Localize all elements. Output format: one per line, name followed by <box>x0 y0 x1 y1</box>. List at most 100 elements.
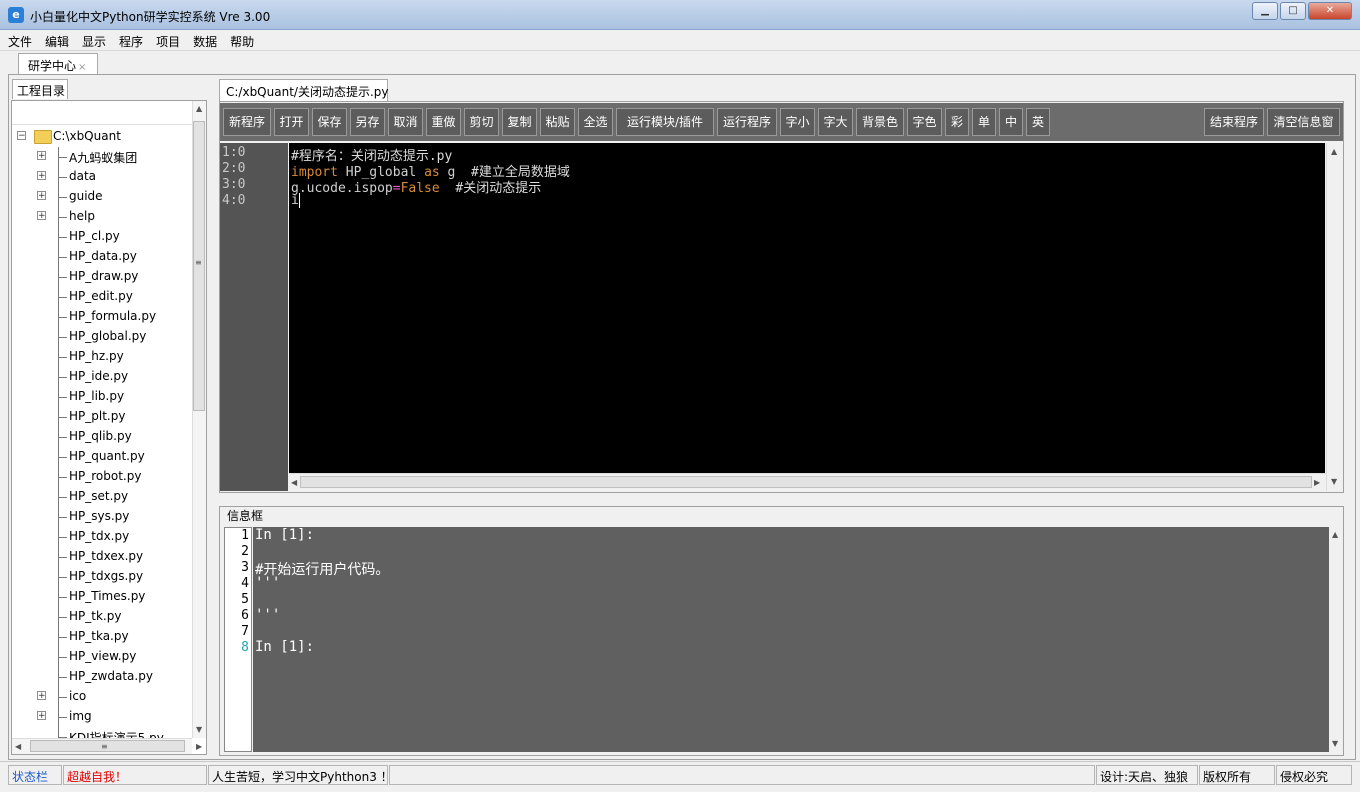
scroll-down-icon[interactable]: ▼ <box>196 725 202 734</box>
tree-item-label: HP_tdx.py <box>69 529 130 543</box>
scroll-grip-icon: ≡ <box>195 258 202 267</box>
info-line: In [1]: <box>255 527 315 543</box>
toolbar-button[interactable]: 背景色 <box>856 108 904 136</box>
status-empty-cell <box>389 765 1095 785</box>
menu-help[interactable]: 帮助 <box>222 31 259 50</box>
code-horizontal-scroll-thumb[interactable] <box>300 476 1312 488</box>
info-line: In [1]: <box>255 639 315 655</box>
info-line: ''' <box>255 607 281 623</box>
toolbar-button[interactable]: 打开 <box>274 108 309 136</box>
toolbar-button[interactable]: 字色 <box>907 108 942 136</box>
toolbar-button[interactable]: 清空信息窗 <box>1267 108 1340 136</box>
scroll-down-icon[interactable]: ▼ <box>1332 739 1338 748</box>
tab-current-file[interactable]: C:/xbQuant/关闭动态提示.py <box>219 79 388 101</box>
tree-item-label: HP_edit.py <box>69 289 133 303</box>
tree-connector <box>58 347 69 367</box>
tree-connector <box>58 427 69 447</box>
tree-vertical-scroll-thumb[interactable]: ≡ <box>193 121 205 411</box>
tree-horizontal-scroll-thumb[interactable]: ≡ <box>30 740 185 752</box>
tree-item-label: HP_tdxex.py <box>69 549 144 563</box>
toolbar-button[interactable]: 取消 <box>388 108 423 136</box>
status-message: 超越自我！ <box>63 765 207 785</box>
code-vertical-scrollbar[interactable]: ▲ ▼ <box>1326 143 1342 491</box>
toolbar-button[interactable]: 保存 <box>312 108 347 136</box>
toolbar-button[interactable]: 单 <box>972 108 996 136</box>
scroll-up-icon[interactable]: ▲ <box>1331 147 1337 156</box>
menu-edit[interactable]: 编辑 <box>37 31 74 50</box>
tab-close-icon[interactable]: × <box>78 62 86 73</box>
menu-program[interactable]: 程序 <box>111 31 148 50</box>
info-line-number: 5 <box>241 592 249 607</box>
expand-icon[interactable]: + <box>37 191 46 201</box>
info-vertical-scrollbar[interactable]: ▲ ▼ <box>1329 527 1343 752</box>
toolbar-button[interactable]: 运行模块/插件 <box>616 108 714 136</box>
scroll-left-icon[interactable]: ◀ <box>291 478 297 487</box>
code-line: i <box>291 193 300 208</box>
toolbar-button[interactable]: 字小 <box>780 108 815 136</box>
expand-icon[interactable]: + <box>37 711 46 721</box>
info-output[interactable]: In [1]: #开始运行用户代码。 ''' ''' In [1]: <box>253 527 1329 752</box>
tree-root-label: C:\xbQuant <box>53 129 121 143</box>
tree-connector <box>58 707 69 727</box>
menu-data[interactable]: 数据 <box>185 31 222 50</box>
toolbar-button[interactable]: 全选 <box>578 108 613 136</box>
toolbar-button[interactable]: 粘贴 <box>540 108 575 136</box>
toolbar-button[interactable]: 运行程序 <box>717 108 777 136</box>
tree-connector <box>58 587 69 607</box>
scroll-up-icon[interactable]: ▲ <box>196 104 202 113</box>
tree-item-label: HP_hz.py <box>69 349 124 363</box>
collapse-icon[interactable]: − <box>17 131 26 141</box>
expand-icon[interactable]: + <box>37 171 46 181</box>
minimize-button[interactable]: ▁ <box>1252 2 1278 20</box>
tree-connector <box>58 527 69 547</box>
menu-file[interactable]: 文件 <box>0 31 37 50</box>
expand-icon[interactable]: + <box>37 211 46 221</box>
scroll-left-icon[interactable]: ◀ <box>15 742 21 751</box>
project-tree: − C:\xbQuant + A九蚂蚁集团 + data + guide + help HP_cl.… <box>12 127 192 740</box>
status-design: 设计:天启、独狼 <box>1096 765 1198 785</box>
menu-project[interactable]: 项目 <box>148 31 185 50</box>
info-line-number: 7 <box>241 624 249 639</box>
toolbar-button[interactable]: 中 <box>999 108 1023 136</box>
menu-view[interactable]: 显示 <box>74 31 111 50</box>
tree-item-label: HP_ide.py <box>69 369 129 383</box>
tree-connector <box>58 207 69 227</box>
scroll-grip-icon: ≡ <box>101 742 108 751</box>
tree-item-label: HP_draw.py <box>69 269 139 283</box>
close-button[interactable]: ✕ <box>1308 2 1352 20</box>
scroll-right-icon[interactable]: ▶ <box>196 742 202 751</box>
tab-project-directory[interactable]: 工程目录 <box>12 79 68 99</box>
text-cursor-line: i <box>291 193 300 208</box>
tree-connector <box>58 407 69 427</box>
toolbar-button[interactable]: 结束程序 <box>1204 108 1264 136</box>
folder-icon <box>34 130 52 144</box>
line-number: 2:0 <box>222 161 246 176</box>
tree-connector <box>58 447 69 467</box>
tree-connector <box>58 327 69 347</box>
tab-research-center[interactable]: 研学中心 × <box>18 53 98 74</box>
toolbar-button[interactable]: 新程序 <box>223 108 271 136</box>
toolbar-button[interactable]: 剪切 <box>464 108 499 136</box>
toolbar-button[interactable]: 重做 <box>426 108 461 136</box>
tree-item-label: HP_tk.py <box>69 609 122 623</box>
tree-connector <box>58 227 69 247</box>
toolbar-button[interactable]: 字大 <box>818 108 853 136</box>
code-editor[interactable]: #程序名：关闭动态提示.py import HP_global as g #建立… <box>289 143 1325 473</box>
scroll-right-icon[interactable]: ▶ <box>1314 478 1320 487</box>
scroll-up-icon[interactable]: ▲ <box>1332 530 1338 539</box>
tree-connector <box>58 567 69 587</box>
expand-icon[interactable]: + <box>37 691 46 701</box>
tree-item-label: HP_robot.py <box>69 469 142 483</box>
tree-item-label: HP_tka.py <box>69 629 129 643</box>
toolbar-button[interactable]: 彩 <box>945 108 969 136</box>
toolbar-button[interactable]: 另存 <box>350 108 385 136</box>
toolbar-button[interactable]: 英 <box>1026 108 1050 136</box>
info-line-number: 3 <box>241 560 249 575</box>
maximize-button[interactable]: □ <box>1280 2 1306 20</box>
expand-icon[interactable]: + <box>37 151 46 161</box>
toolbar-button[interactable]: 复制 <box>502 108 537 136</box>
info-line-gutter: 12345678 <box>224 527 252 752</box>
tree-item-label: HP_Times.py <box>69 589 146 603</box>
scroll-down-icon[interactable]: ▼ <box>1331 477 1337 486</box>
tree-header-area <box>12 101 192 125</box>
